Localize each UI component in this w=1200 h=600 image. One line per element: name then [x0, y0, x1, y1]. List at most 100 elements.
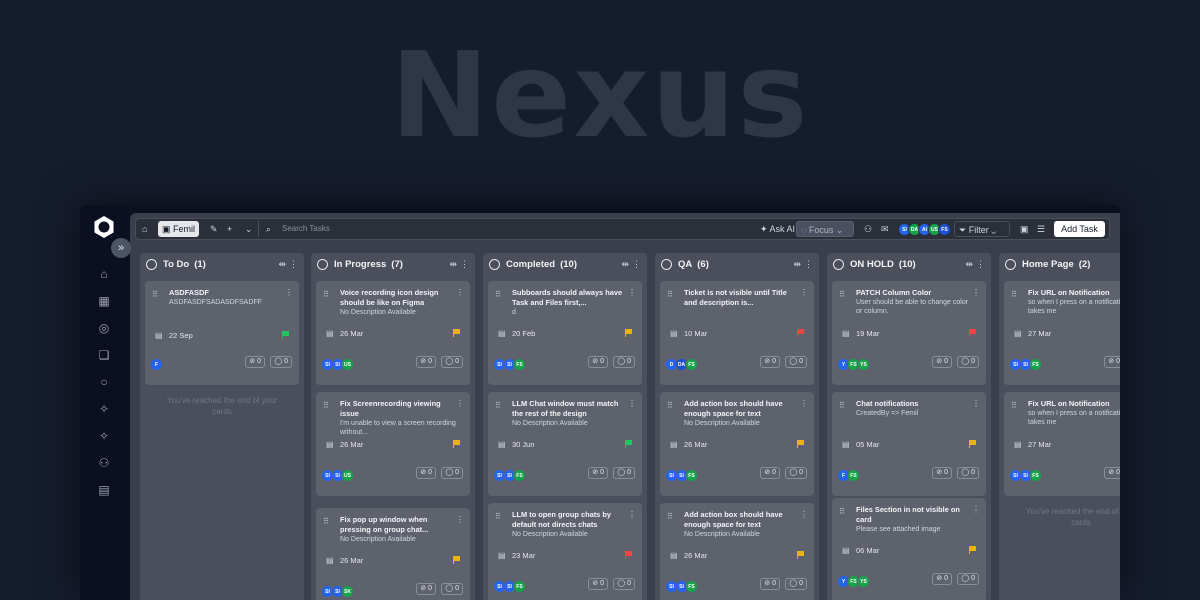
column-more-icon[interactable]: ⋮: [460, 259, 469, 270]
priority-flag-icon[interactable]: [797, 440, 804, 448]
priority-flag-icon[interactable]: [969, 546, 976, 554]
priority-flag-icon[interactable]: [453, 556, 460, 564]
comments-counter[interactable]: ◯ 0: [957, 356, 979, 368]
comments-counter[interactable]: ◯ 0: [441, 467, 463, 479]
card-assignees[interactable]: SI SI FS: [665, 578, 698, 596]
priority-flag-icon[interactable]: [969, 329, 976, 337]
task-card[interactable]: ⠿ Voice recording icon design should be …: [316, 281, 470, 385]
drag-handle-icon[interactable]: ⠿: [839, 401, 845, 410]
user-settings-icon[interactable]: ⚇: [97, 456, 111, 470]
task-card[interactable]: ⠿ Fix URL on Notification ⋮ so when I pr…: [1004, 392, 1120, 496]
grid-icon[interactable]: ▦: [97, 294, 111, 308]
task-card[interactable]: ⠿ Ticket is not visible until Title and …: [660, 281, 814, 385]
links-counter[interactable]: ⊘ 0: [588, 578, 608, 590]
member-avatars[interactable]: SI DA AI US FS: [898, 221, 951, 237]
board-icon[interactable]: ▤: [97, 483, 111, 497]
home-icon[interactable]: ⌂: [97, 267, 111, 281]
links-counter[interactable]: ⊘ 0: [245, 356, 265, 368]
column-status-circle-icon[interactable]: [489, 259, 500, 270]
priority-flag-icon[interactable]: [625, 551, 632, 559]
card-assignees[interactable]: SI SI FS: [1009, 356, 1042, 374]
comments-counter[interactable]: ◯ 0: [613, 356, 635, 368]
chevron-down-icon[interactable]: ⌄: [241, 221, 257, 237]
links-counter[interactable]: ⊘ 0: [588, 356, 608, 368]
comments-counter[interactable]: ◯ 0: [270, 356, 292, 368]
drag-handle-icon[interactable]: ⠿: [495, 401, 501, 410]
comments-counter[interactable]: ◯ 0: [613, 467, 635, 479]
drag-handle-icon[interactable]: ⠿: [323, 517, 329, 526]
priority-flag-icon[interactable]: [625, 329, 632, 337]
task-card[interactable]: ⠿ PATCH Column Color ⋮ User should be ab…: [832, 281, 986, 385]
priority-flag-icon[interactable]: [625, 440, 632, 448]
sparkle-alt-icon[interactable]: ✧: [97, 429, 111, 443]
column-more-icon[interactable]: ⋮: [804, 259, 813, 270]
task-card[interactable]: ⠿ Files Section in not visible on card ⋮…: [832, 498, 986, 600]
drag-handle-icon[interactable]: ⠿: [839, 290, 845, 299]
expand-sidebar-button[interactable]: »: [111, 238, 131, 258]
comments-counter[interactable]: ◯ 0: [785, 356, 807, 368]
card-assignees[interactable]: D DA FS: [665, 356, 698, 374]
chat-icon[interactable]: ○: [97, 375, 111, 389]
card-more-icon[interactable]: ⋮: [456, 399, 464, 408]
priority-flag-icon[interactable]: [797, 329, 804, 337]
add-task-button[interactable]: Add Task: [1054, 221, 1105, 237]
links-counter[interactable]: ⊘ 0: [932, 573, 952, 585]
column-status-circle-icon[interactable]: [1005, 259, 1016, 270]
column-more-icon[interactable]: ⋮: [289, 259, 298, 270]
comments-counter[interactable]: ◯ 0: [957, 573, 979, 585]
card-more-icon[interactable]: ⋮: [456, 288, 464, 297]
task-card[interactable]: ⠿ Fix URL on Notification ⋮ so when I pr…: [1004, 281, 1120, 385]
priority-flag-icon[interactable]: [453, 329, 460, 337]
task-card[interactable]: ⠿ Fix Screenrecording viewing issue ⋮ I'…: [316, 392, 470, 496]
collapse-column-icon[interactable]: ⇹: [278, 259, 286, 270]
links-counter[interactable]: ⊘ 0: [588, 467, 608, 479]
column-status-circle-icon[interactable]: [833, 259, 844, 270]
column-more-icon[interactable]: ⋮: [976, 259, 985, 270]
card-assignees[interactable]: SI SI US: [321, 467, 354, 485]
comments-counter[interactable]: ◯ 0: [785, 578, 807, 590]
links-counter[interactable]: ⊘ 0: [760, 578, 780, 590]
task-card[interactable]: ⠿ LLM Chat window must match the rest of…: [488, 392, 642, 496]
check-circle-icon[interactable]: ◎: [97, 321, 111, 335]
comments-counter[interactable]: ◯ 0: [613, 578, 635, 590]
card-assignees[interactable]: Y FS YS: [837, 356, 870, 374]
card-more-icon[interactable]: ⋮: [800, 399, 808, 408]
links-counter[interactable]: ⊘ 0: [760, 356, 780, 368]
links-counter[interactable]: ⊘ 0: [760, 467, 780, 479]
task-card[interactable]: ⠿ Subboards should always have Task and …: [488, 281, 642, 385]
priority-flag-icon[interactable]: [282, 331, 289, 339]
card-assignees[interactable]: F: [150, 356, 163, 374]
card-more-icon[interactable]: ⋮: [456, 515, 464, 524]
card-more-icon[interactable]: ⋮: [628, 510, 636, 519]
sparkle-icon[interactable]: ✧: [97, 402, 111, 416]
user-settings-icon[interactable]: ⚇: [860, 221, 876, 237]
collapse-column-icon[interactable]: ⇹: [621, 259, 629, 270]
task-card[interactable]: ⠿ Add action box should have enough spac…: [660, 392, 814, 496]
files-icon[interactable]: ❏: [97, 348, 111, 362]
card-more-icon[interactable]: ⋮: [628, 399, 636, 408]
drag-handle-icon[interactable]: ⠿: [667, 290, 673, 299]
card-assignees[interactable]: SI SI SK: [321, 583, 354, 600]
list-view-icon[interactable]: ☰: [1033, 221, 1049, 237]
priority-flag-icon[interactable]: [797, 551, 804, 559]
card-more-icon[interactable]: ⋮: [972, 288, 980, 297]
drag-handle-icon[interactable]: ⠿: [667, 401, 673, 410]
workspace-tab[interactable]: ▣ Femil: [158, 221, 200, 237]
comments-counter[interactable]: ◯ 0: [441, 583, 463, 595]
task-card[interactable]: ⠿ Chat notifications ⋮ CreatedBy => Femi…: [832, 392, 986, 496]
links-counter[interactable]: ⊘ 0: [416, 467, 436, 479]
card-assignees[interactable]: F FS: [837, 467, 860, 485]
focus-select[interactable]: ◌ Focus ⌄: [796, 221, 854, 237]
column-status-circle-icon[interactable]: [146, 259, 157, 270]
links-counter[interactable]: ⊘ 0: [932, 356, 952, 368]
search-input[interactable]: Search Tasks: [282, 221, 330, 237]
home-button[interactable]: ⌂: [138, 221, 151, 237]
links-counter[interactable]: ⊘ 0: [416, 356, 436, 368]
links-counter[interactable]: ⊘ 0: [932, 467, 952, 479]
collapse-column-icon[interactable]: ⇹: [449, 259, 457, 270]
links-counter[interactable]: ⊘ 0: [1104, 467, 1120, 479]
card-assignees[interactable]: SI SI FS: [1009, 467, 1042, 485]
priority-flag-icon[interactable]: [969, 440, 976, 448]
card-assignees[interactable]: Y FS YS: [837, 573, 870, 591]
column-status-circle-icon[interactable]: [661, 259, 672, 270]
